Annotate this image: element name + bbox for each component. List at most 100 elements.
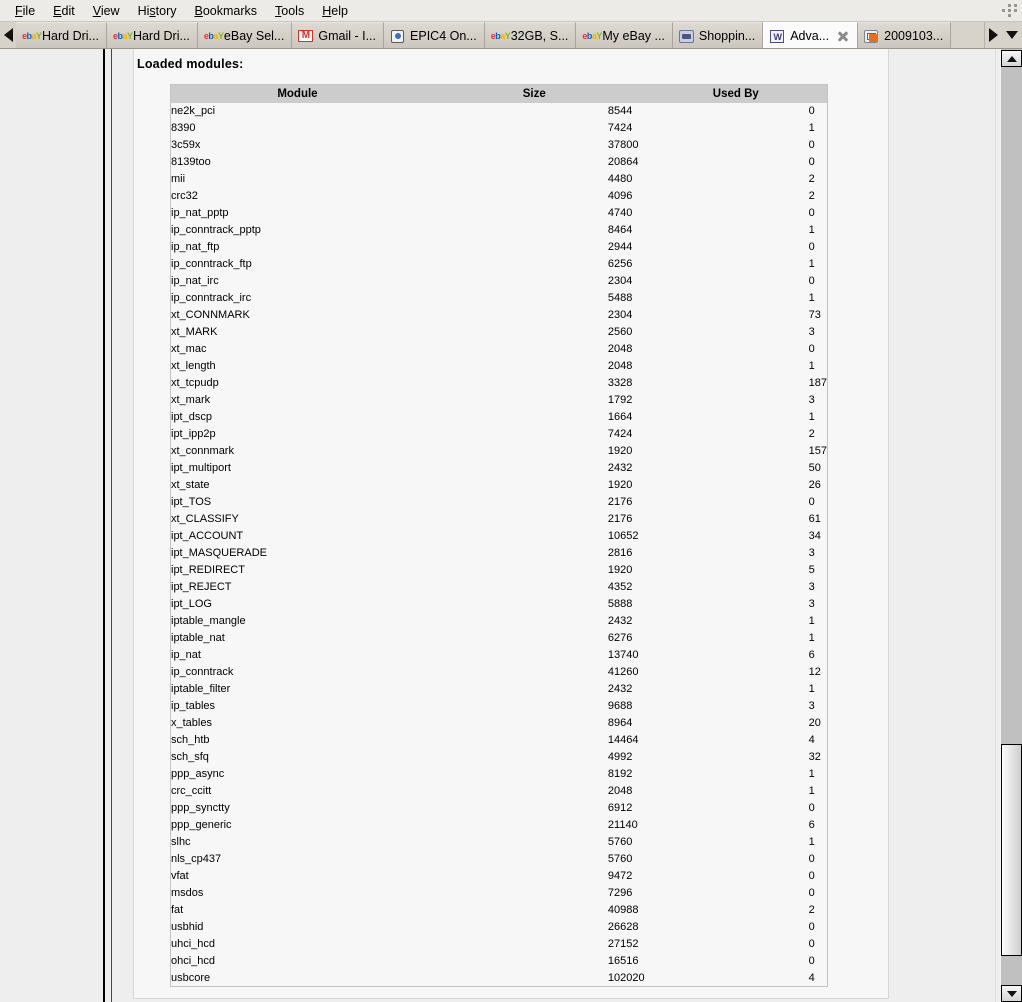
- module-size-cell-value: 2176: [424, 496, 632, 508]
- table-row: ip_nat_ftp29440: [171, 239, 828, 256]
- tab-scroll-right-button[interactable]: [984, 22, 1002, 48]
- module-name-cell: ne2k_pci: [171, 103, 424, 120]
- module-size-cell: 9688: [424, 698, 645, 715]
- module-used-by-cell: 4: [645, 732, 828, 749]
- module-size-cell-value: 7296: [424, 887, 632, 899]
- column-header-module[interactable]: Module: [171, 85, 424, 103]
- module-size-cell-value: 4992: [424, 751, 632, 763]
- module-used-by-cell-value: 32: [645, 751, 821, 763]
- tab-close-icon[interactable]: [836, 29, 850, 43]
- browser-tab[interactable]: ebaYHard Dri...: [107, 22, 198, 48]
- browser-tab[interactable]: ebaY32GB, S...: [485, 22, 577, 48]
- browser-tab[interactable]: EPIC4 On...: [384, 22, 485, 48]
- module-size-cell: 2560: [424, 324, 645, 341]
- module-used-by-cell: 1: [645, 630, 828, 647]
- window-resize-grip[interactable]: [1002, 4, 1018, 18]
- tab-bar: ebaYHard Dri...ebaYHard Dri...ebaYeBay S…: [0, 22, 1022, 49]
- module-used-by-cell: 0: [645, 868, 828, 885]
- module-used-by-cell-value: 0: [645, 496, 815, 508]
- module-name-cell: ipt_LOG: [171, 596, 424, 613]
- scrollbar-up-button[interactable]: [1001, 50, 1022, 67]
- tab-list-menu-button[interactable]: [1002, 22, 1022, 48]
- scrollbar-thumb[interactable]: [1001, 744, 1022, 956]
- module-size-cell: 4992: [424, 749, 645, 766]
- browser-tab[interactable]: ebaYeBay Sel...: [198, 22, 292, 48]
- table-row: mii44802: [171, 171, 828, 188]
- module-used-by-cell: 2: [645, 188, 828, 205]
- module-used-by-cell: 3: [645, 545, 828, 562]
- module-used-by-cell: 6: [645, 647, 828, 664]
- browser-tab[interactable]: WAdva...: [763, 22, 858, 48]
- module-used-by-cell: 32: [645, 749, 828, 766]
- browser-tab[interactable]: 2009103...: [858, 22, 951, 48]
- module-used-by-cell-value: 1: [645, 258, 815, 270]
- word-doc-icon: W: [770, 29, 785, 43]
- module-size-cell: 6912: [424, 800, 645, 817]
- module-used-by-cell: 0: [645, 341, 828, 358]
- module-used-by-cell-value: 1: [645, 785, 815, 797]
- module-used-by-cell: 0: [645, 953, 828, 970]
- module-used-by-cell-value: 1: [645, 292, 815, 304]
- module-size-cell: 10652: [424, 528, 645, 545]
- table-row: ipt_TOS21760: [171, 494, 828, 511]
- menu-item-tools[interactable]: Tools: [266, 2, 313, 20]
- menu-item-edit[interactable]: Edit: [44, 2, 84, 20]
- menu-item-view[interactable]: View: [84, 2, 129, 20]
- scrollbar-down-button[interactable]: [1001, 985, 1022, 1002]
- module-used-by-cell: 50: [645, 460, 828, 477]
- tab-scroll-left-button[interactable]: [0, 22, 16, 48]
- module-size-cell: 13740: [424, 647, 645, 664]
- module-name-cell: ppp_async: [171, 766, 424, 783]
- module-size-cell-value: 26628: [424, 921, 639, 933]
- menu-item-history[interactable]: History: [129, 2, 186, 20]
- menu-item-file[interactable]: File: [6, 2, 44, 20]
- table-row: xt_length20481: [171, 358, 828, 375]
- column-header-used-by[interactable]: Used By: [645, 85, 828, 103]
- module-size-cell: 1920: [424, 562, 645, 579]
- module-size-cell-value: 6912: [424, 802, 632, 814]
- tab-label: My eBay ...: [602, 29, 665, 43]
- module-used-by-cell: 1: [645, 783, 828, 800]
- column-header-size[interactable]: Size: [424, 85, 645, 103]
- module-used-by-cell: 12: [645, 664, 828, 681]
- table-row: xt_mac20480: [171, 341, 828, 358]
- module-used-by-cell: 0: [645, 205, 828, 222]
- module-used-by-cell-value: 3: [645, 394, 815, 406]
- browser-viewport: Loaded modules: Module Size Used By ne2k…: [0, 49, 1022, 1002]
- module-size-cell-value: 2048: [424, 343, 632, 355]
- table-row: msdos72960: [171, 885, 828, 902]
- module-size-cell: 6256: [424, 256, 645, 273]
- module-used-by-cell: 0: [645, 239, 828, 256]
- module-used-by-cell: 2: [645, 171, 828, 188]
- table-row: sch_sfq499232: [171, 749, 828, 766]
- browser-tab[interactable]: Shoppin...: [673, 22, 763, 48]
- table-row: xt_state192026: [171, 477, 828, 494]
- table-row: ohci_hcd165160: [171, 953, 828, 970]
- module-name-cell: ip_tables: [171, 698, 424, 715]
- module-name-cell: x_tables: [171, 715, 424, 732]
- module-size-cell-value: 10652: [424, 530, 639, 542]
- module-size-cell-value: 2048: [424, 360, 632, 372]
- module-size-cell-value: 2304: [424, 309, 632, 321]
- module-used-by-cell: 3: [645, 392, 828, 409]
- table-row: 3c59x378000: [171, 137, 828, 154]
- menu-item-help[interactable]: Help: [313, 2, 357, 20]
- menu-item-bookmarks[interactable]: Bookmarks: [186, 2, 267, 20]
- module-size-cell-value: 5760: [424, 853, 632, 865]
- browser-tab[interactable]: MGmail - I...: [292, 22, 384, 48]
- table-row: nls_cp43757600: [171, 851, 828, 868]
- browser-tab[interactable]: ebaYMy eBay ...: [576, 22, 673, 48]
- vertical-scrollbar[interactable]: [995, 49, 1022, 1002]
- browser-tab[interactable]: ebaYHard Dri...: [16, 22, 107, 48]
- module-used-by-cell-value: 0: [645, 955, 815, 967]
- table-row: ipt_LOG58883: [171, 596, 828, 613]
- table-row: ipt_REDIRECT19205: [171, 562, 828, 579]
- module-used-by-cell-value: 26: [645, 479, 821, 491]
- module-size-cell: 2304: [424, 273, 645, 290]
- triangle-left-icon: [4, 28, 13, 42]
- module-size-cell: 4352: [424, 579, 645, 596]
- table-row: ipt_dscp16641: [171, 409, 828, 426]
- module-size-cell: 14464: [424, 732, 645, 749]
- module-name-cell: ipt_ACCOUNT: [171, 528, 424, 545]
- module-used-by-cell-value: 3: [645, 547, 815, 559]
